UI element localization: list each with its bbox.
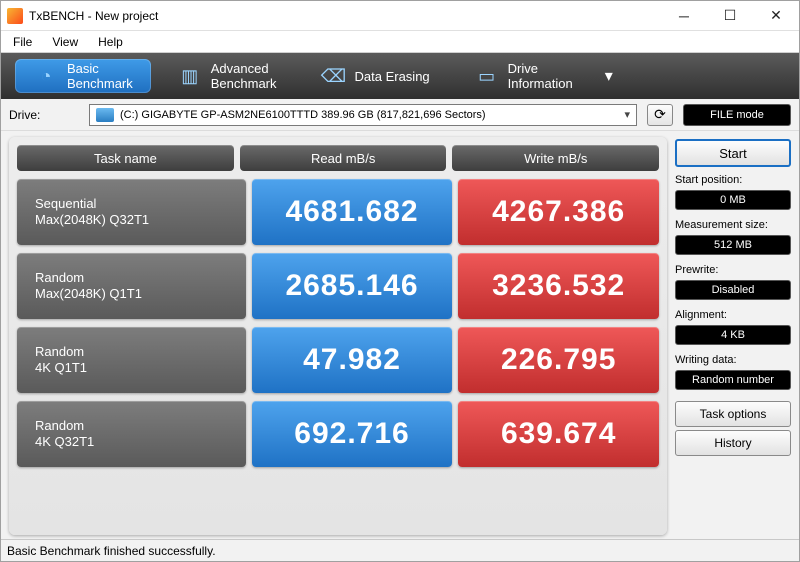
- write-value: 226.795: [458, 327, 659, 393]
- toolbar-overflow-icon[interactable]: ▾: [595, 53, 623, 99]
- window-title: TxBENCH - New project: [29, 9, 158, 23]
- prewrite-label: Prewrite:: [675, 260, 791, 276]
- write-value: 639.674: [458, 401, 659, 467]
- writedata-value[interactable]: Random number: [675, 370, 791, 390]
- writedata-label: Writing data:: [675, 350, 791, 366]
- alignment-value[interactable]: 4 KB: [675, 325, 791, 345]
- close-button[interactable]: ✕: [753, 1, 799, 31]
- bench-row: Random4K Q32T1 692.716 639.674: [17, 401, 659, 467]
- write-value: 4267.386: [458, 179, 659, 245]
- measure-value[interactable]: 512 MB: [675, 235, 791, 255]
- side-panel: Start Start position: 0 MB Measurement s…: [675, 137, 791, 535]
- tab-data-erasing[interactable]: ⌫ Data Erasing: [303, 59, 448, 93]
- task-random-4k-q32: Random4K Q32T1: [17, 401, 246, 467]
- bench-row: RandomMax(2048K) Q1T1 2685.146 3236.532: [17, 253, 659, 319]
- tab-drive-information[interactable]: ▭ DriveInformation: [456, 59, 591, 93]
- toolbar: ◔ BasicBenchmark ▥ AdvancedBenchmark ⌫ D…: [1, 53, 799, 99]
- content: Task name Read mB/s Write mB/s Sequentia…: [1, 131, 799, 539]
- history-button[interactable]: History: [675, 430, 791, 456]
- chart-icon: ▥: [177, 63, 203, 89]
- app-window: TxBENCH - New project ─ ☐ ✕ File View He…: [0, 0, 800, 562]
- header-read: Read mB/s: [240, 145, 447, 171]
- maximize-button[interactable]: ☐: [707, 1, 753, 31]
- disk-icon: [96, 108, 114, 122]
- task-options-button[interactable]: Task options: [675, 401, 791, 427]
- header-write: Write mB/s: [452, 145, 659, 171]
- drive-select[interactable]: (C:) GIGABYTE GP-ASM2NE6100TTTD 389.96 G…: [89, 104, 637, 126]
- header-taskname: Task name: [17, 145, 234, 171]
- results-panel: Task name Read mB/s Write mB/s Sequentia…: [9, 137, 667, 535]
- read-value: 47.982: [252, 327, 453, 393]
- prewrite-value[interactable]: Disabled: [675, 280, 791, 300]
- status-bar: Basic Benchmark finished successfully.: [1, 539, 799, 561]
- bench-row: SequentialMax(2048K) Q32T1 4681.682 4267…: [17, 179, 659, 245]
- read-value: 2685.146: [252, 253, 453, 319]
- startpos-label: Start position:: [675, 170, 791, 186]
- task-sequential: SequentialMax(2048K) Q32T1: [17, 179, 246, 245]
- drive-icon: ▭: [474, 63, 500, 89]
- start-button[interactable]: Start: [675, 139, 791, 167]
- minimize-button[interactable]: ─: [661, 1, 707, 31]
- tab-advanced-benchmark[interactable]: ▥ AdvancedBenchmark: [159, 59, 295, 93]
- alignment-label: Alignment:: [675, 305, 791, 321]
- refresh-button[interactable]: ⟳: [647, 104, 673, 126]
- gauge-icon: ◔: [33, 63, 59, 89]
- tab-basic-benchmark[interactable]: ◔ BasicBenchmark: [15, 59, 151, 93]
- chevron-down-icon: ▾: [624, 108, 630, 121]
- drive-selected-text: (C:) GIGABYTE GP-ASM2NE6100TTTD 389.96 G…: [120, 109, 486, 121]
- menu-view[interactable]: View: [42, 33, 88, 51]
- task-random-4k-q1: Random4K Q1T1: [17, 327, 246, 393]
- measure-label: Measurement size:: [675, 215, 791, 231]
- file-mode-button[interactable]: FILE mode: [683, 104, 791, 126]
- bench-row: Random4K Q1T1 47.982 226.795: [17, 327, 659, 393]
- refresh-icon: ⟳: [654, 106, 666, 123]
- menu-file[interactable]: File: [3, 33, 42, 51]
- drive-row: Drive: (C:) GIGABYTE GP-ASM2NE6100TTTD 3…: [1, 99, 799, 131]
- titlebar[interactable]: TxBENCH - New project ─ ☐ ✕: [1, 1, 799, 31]
- app-icon: [7, 8, 23, 24]
- task-random-max: RandomMax(2048K) Q1T1: [17, 253, 246, 319]
- status-text: Basic Benchmark finished successfully.: [7, 544, 216, 558]
- menubar: File View Help: [1, 31, 799, 53]
- menu-help[interactable]: Help: [88, 33, 133, 51]
- write-value: 3236.532: [458, 253, 659, 319]
- read-value: 4681.682: [252, 179, 453, 245]
- read-value: 692.716: [252, 401, 453, 467]
- erase-icon: ⌫: [321, 63, 347, 89]
- startpos-value[interactable]: 0 MB: [675, 190, 791, 210]
- drive-label: Drive:: [9, 108, 79, 122]
